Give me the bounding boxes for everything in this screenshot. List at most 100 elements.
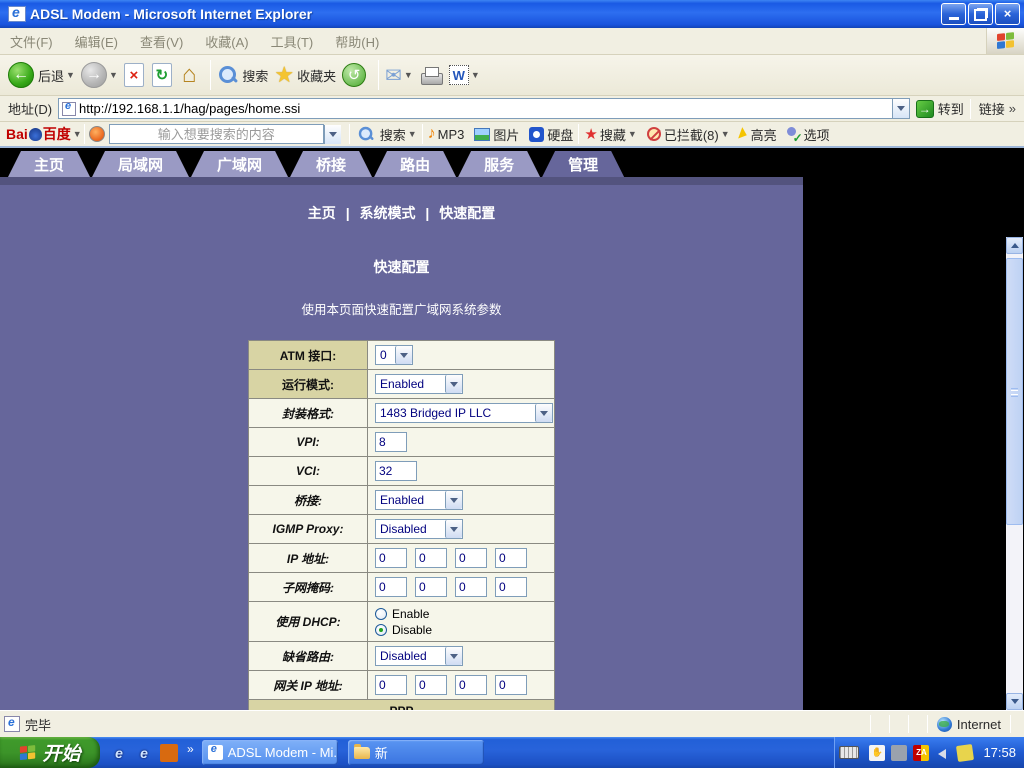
baidu-mp3-button[interactable]: ♪ MP3 (428, 125, 465, 143)
baidu-disk-button[interactable]: 硬盘 (529, 125, 573, 144)
tray-hand-icon[interactable]: ✋ (869, 745, 885, 761)
baidu-logo[interactable]: Bai 百度 ▼ (6, 124, 82, 144)
baidu-highlight-button[interactable]: 高亮 (740, 125, 777, 144)
keyboard-language-icon[interactable] (839, 746, 859, 759)
menu-edit[interactable]: 编辑(E) (75, 32, 118, 51)
tray-shield-icon[interactable] (956, 743, 974, 761)
menu-tools[interactable]: 工具(T) (271, 32, 314, 51)
scrollbar-thumb[interactable] (1006, 258, 1023, 525)
baidu-blocked-button[interactable]: 已拦截(8) ▼ (647, 125, 730, 144)
mask-octet-input[interactable] (415, 577, 447, 597)
subnav-link-home[interactable]: 主页 (308, 205, 336, 221)
gateway-octet-input[interactable] (415, 675, 447, 695)
edit-button[interactable]: W ▼ (449, 65, 480, 85)
gateway-octet-input[interactable] (455, 675, 487, 695)
mask-octet-input[interactable] (375, 577, 407, 597)
mail-dropdown-icon[interactable]: ▼ (404, 70, 413, 80)
address-dropdown-button[interactable] (892, 99, 909, 118)
baidu-options-button[interactable]: 选项 (787, 125, 830, 144)
default-route-select[interactable]: Disabled (375, 646, 463, 666)
favorites-button[interactable]: ★ 收藏夹 (274, 62, 336, 88)
oper-mode-select[interactable]: Enabled (375, 374, 463, 394)
baidu-logo-cn: 百度 (43, 124, 71, 144)
tray-volume-icon[interactable] (935, 745, 951, 761)
tab-wan[interactable]: 广域网 (191, 151, 288, 177)
baidu-logo-dropdown-icon[interactable]: ▼ (73, 129, 82, 139)
search-button[interactable]: 搜索 (217, 64, 268, 86)
menu-file[interactable]: 文件(F) (10, 32, 53, 51)
vci-input[interactable] (375, 461, 417, 481)
baidu-blocked-caret-icon[interactable]: ▼ (721, 129, 730, 139)
chevron-down-icon (445, 491, 462, 509)
encapsulation-select[interactable]: 1483 Bridged IP LLC (375, 403, 553, 423)
links-label[interactable]: 链接 (979, 99, 1005, 118)
forward-button[interactable]: → ▼ (81, 62, 118, 88)
mask-octet-input[interactable] (495, 577, 527, 597)
start-button[interactable]: 开始 (0, 737, 100, 768)
dhcp-disable-option[interactable]: Disable (375, 623, 554, 637)
history-button[interactable]: ↺ (342, 63, 366, 87)
tab-lan[interactable]: 局域网 (92, 151, 189, 177)
task-button-folder[interactable]: 新 (348, 740, 484, 765)
baidu-collect-button[interactable]: ★ 搜藏 ▼ (584, 125, 636, 144)
ip-octet-input[interactable] (455, 548, 487, 568)
baidu-images-button[interactable]: 图片 (474, 125, 519, 144)
stop-button[interactable]: × (124, 63, 146, 87)
radio-checked-icon[interactable] (375, 624, 387, 636)
tray-zonealarm-icon[interactable]: ZA (913, 745, 929, 761)
task-button-adsl[interactable]: ADSL Modem - Mi... (202, 740, 338, 765)
links-overflow-chevron[interactable]: » (1009, 101, 1016, 116)
restore-button[interactable] (968, 3, 993, 25)
baidu-search-caret-icon[interactable]: ▼ (408, 129, 417, 139)
minimize-button[interactable] (941, 3, 966, 25)
quicklaunch-ie2-icon[interactable]: e (135, 744, 153, 762)
tab-bridge[interactable]: 桥接 (290, 151, 372, 177)
baidu-search-input[interactable] (109, 124, 324, 144)
back-dropdown-icon[interactable]: ▼ (66, 70, 75, 80)
baidu-search-button[interactable]: 搜索 ▼ (355, 123, 417, 145)
url-input[interactable] (79, 100, 892, 117)
gateway-octet-input[interactable] (495, 675, 527, 695)
menu-favorites[interactable]: 收藏(A) (205, 32, 248, 51)
frame-scrollbar[interactable] (1006, 237, 1023, 710)
tray-device-icon[interactable] (891, 745, 907, 761)
stop-icon: × (124, 63, 144, 87)
refresh-button[interactable]: ↻ (152, 63, 174, 87)
window-title: ADSL Modem - Microsoft Internet Explorer (30, 6, 939, 22)
atm-interface-select[interactable]: 0 (375, 345, 413, 365)
baidu-search-dropdown[interactable] (324, 125, 341, 144)
gateway-octet-input[interactable] (375, 675, 407, 695)
menu-view[interactable]: 查看(V) (140, 32, 183, 51)
subnav-link-quick-config[interactable]: 快速配置 (439, 205, 495, 221)
ip-octet-input[interactable] (375, 548, 407, 568)
tab-home[interactable]: 主页 (8, 151, 90, 177)
menu-help[interactable]: 帮助(H) (335, 32, 379, 51)
igmp-proxy-select[interactable]: Disabled (375, 519, 463, 539)
scroll-up-button[interactable] (1006, 237, 1023, 254)
edit-dropdown-icon[interactable]: ▼ (471, 70, 480, 80)
scroll-down-button[interactable] (1006, 693, 1023, 710)
mail-button[interactable]: ✉ ▼ (385, 63, 413, 88)
tab-route[interactable]: 路由 (374, 151, 456, 177)
quicklaunch-app-icon[interactable] (160, 744, 178, 762)
go-button[interactable]: → 转到 (916, 99, 964, 118)
quicklaunch-overflow-chevron[interactable]: » (187, 742, 194, 756)
baidu-target-icon[interactable] (89, 126, 105, 142)
close-button[interactable]: × (995, 3, 1020, 25)
ip-octet-input[interactable] (495, 548, 527, 568)
back-button[interactable]: ← 后退 ▼ (8, 62, 75, 88)
subnav-link-system-mode[interactable]: 系统模式 (360, 205, 416, 221)
ip-octet-input[interactable] (415, 548, 447, 568)
mask-octet-input[interactable] (455, 577, 487, 597)
bridge-select[interactable]: Enabled (375, 490, 463, 510)
forward-dropdown-icon[interactable]: ▼ (109, 70, 118, 80)
vpi-input[interactable] (375, 432, 407, 452)
tab-service[interactable]: 服务 (458, 151, 540, 177)
quicklaunch-ie-icon[interactable]: e (110, 744, 128, 762)
dhcp-enable-option[interactable]: Enable (375, 607, 554, 621)
print-button[interactable] (419, 65, 443, 85)
baidu-collect-caret-icon[interactable]: ▼ (628, 129, 637, 139)
tab-admin[interactable]: 管理 (542, 151, 624, 177)
radio-unchecked-icon[interactable] (375, 608, 387, 620)
home-button[interactable]: ⌂ (180, 63, 199, 87)
